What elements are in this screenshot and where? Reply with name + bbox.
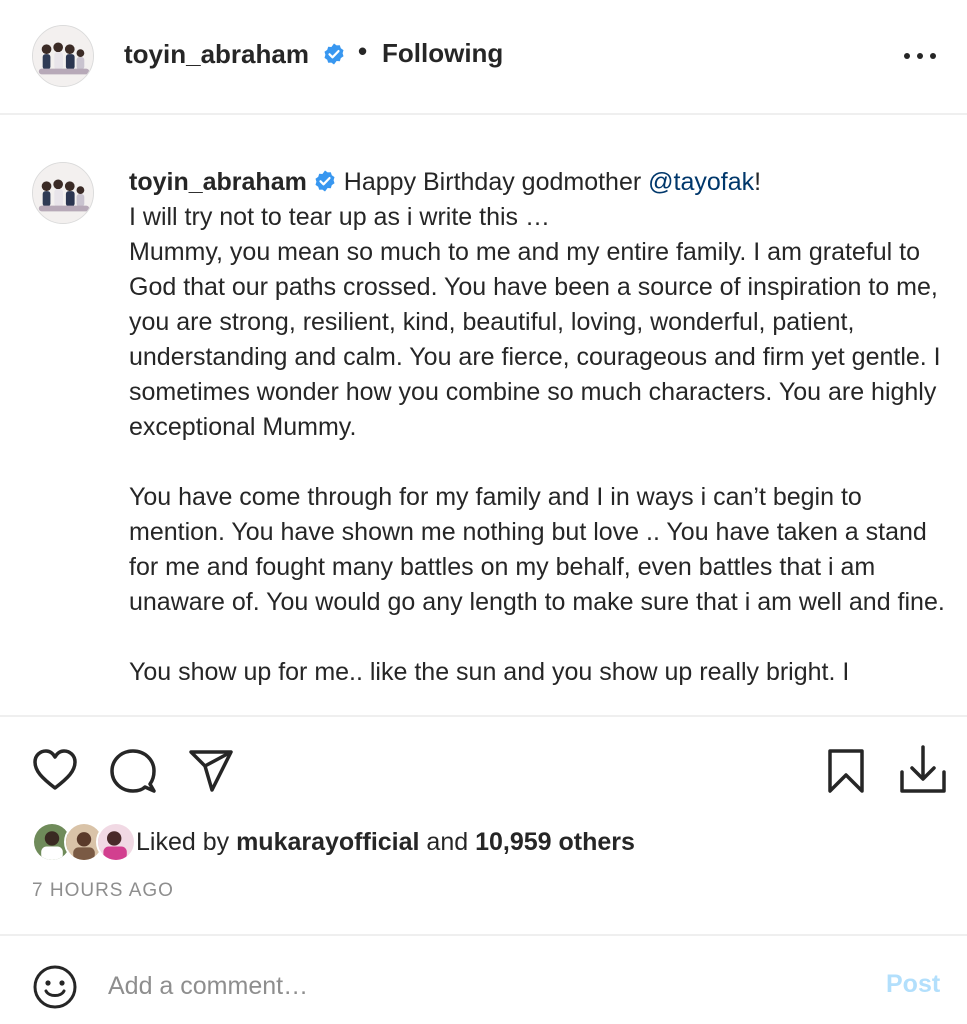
caption-exclaim: !: [754, 168, 762, 196]
bookmark-icon[interactable]: [826, 748, 866, 794]
profile-avatar[interactable]: [32, 25, 94, 87]
header-username-text: toyin_abraham: [124, 39, 309, 69]
avatar-photo: [33, 163, 93, 223]
post-timestamp[interactable]: 7 HOURS AGO: [32, 880, 174, 902]
comment-icon[interactable]: [110, 748, 156, 794]
caption-avatar[interactable]: [32, 162, 94, 224]
liked-by-user-link[interactable]: mukarayofficial: [236, 828, 419, 856]
smiley-icon[interactable]: [32, 964, 78, 1010]
comment-input[interactable]: [108, 966, 848, 1006]
liker-avatar[interactable]: [96, 822, 136, 862]
heart-icon[interactable]: [32, 748, 78, 792]
post-button[interactable]: Post: [886, 970, 940, 999]
paper-plane-icon[interactable]: [188, 748, 234, 794]
following-button[interactable]: Following: [382, 38, 503, 69]
likes-prefix: Liked by: [136, 828, 237, 856]
caption-section: toyin_abraham Happy Birthday godmother @…: [0, 117, 967, 715]
likes-summary: Liked by mukarayofficial and 10,959 othe…: [136, 828, 635, 857]
likes-row: Liked by mukarayofficial and 10,959 othe…: [32, 822, 932, 864]
verified-badge-icon: [324, 43, 344, 65]
divider: [0, 715, 967, 717]
verified-badge-icon: [315, 170, 335, 192]
caption-greeting: Happy Birthday godmother: [343, 168, 649, 196]
header-separator: •: [358, 36, 368, 66]
caption-paragraph-1: I will try not to tear up as i write thi…: [129, 203, 941, 441]
caption-paragraph-3: You show up for me.. like the sun and yo…: [129, 658, 850, 686]
action-bar: [0, 740, 967, 800]
mention-link[interactable]: @tayofak: [648, 168, 754, 196]
caption-username[interactable]: toyin_abraham: [129, 168, 307, 196]
more-options-icon[interactable]: [898, 44, 942, 68]
comment-bar: Post: [0, 936, 967, 1024]
post-header: toyin_abraham • Following: [0, 0, 967, 115]
likes-others-link[interactable]: 10,959 others: [475, 828, 635, 856]
caption-text: toyin_abraham Happy Birthday godmother @…: [129, 165, 949, 690]
likes-middle: and: [419, 828, 476, 856]
avatar-photo: [33, 26, 93, 86]
caption-paragraph-2: You have come through for my family and …: [129, 483, 945, 616]
download-icon[interactable]: [898, 744, 948, 796]
caption-first-line: toyin_abraham Happy Birthday godmother @…: [129, 165, 949, 200]
header-username[interactable]: toyin_abraham: [124, 39, 346, 70]
